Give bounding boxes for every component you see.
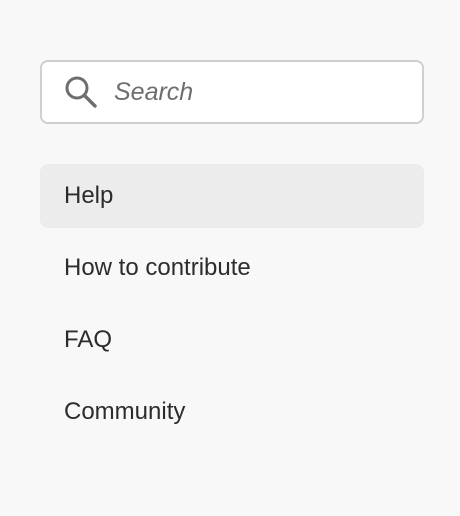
nav-item-label: How to contribute [64,254,251,281]
search-icon [64,75,98,109]
search-input[interactable] [114,77,374,107]
side-navigation: Help How to contribute FAQ Community [40,60,424,452]
nav-list: Help How to contribute FAQ Community [40,164,424,444]
nav-item-label: Community [64,398,186,425]
nav-item-community[interactable]: Community [40,380,424,444]
search-box[interactable] [40,60,424,124]
nav-item-label: FAQ [64,326,113,353]
nav-item-label: Help [64,182,114,209]
nav-item-faq[interactable]: FAQ [40,308,424,372]
nav-item-help[interactable]: Help [40,164,424,228]
nav-item-how-to-contribute[interactable]: How to contribute [40,236,424,300]
